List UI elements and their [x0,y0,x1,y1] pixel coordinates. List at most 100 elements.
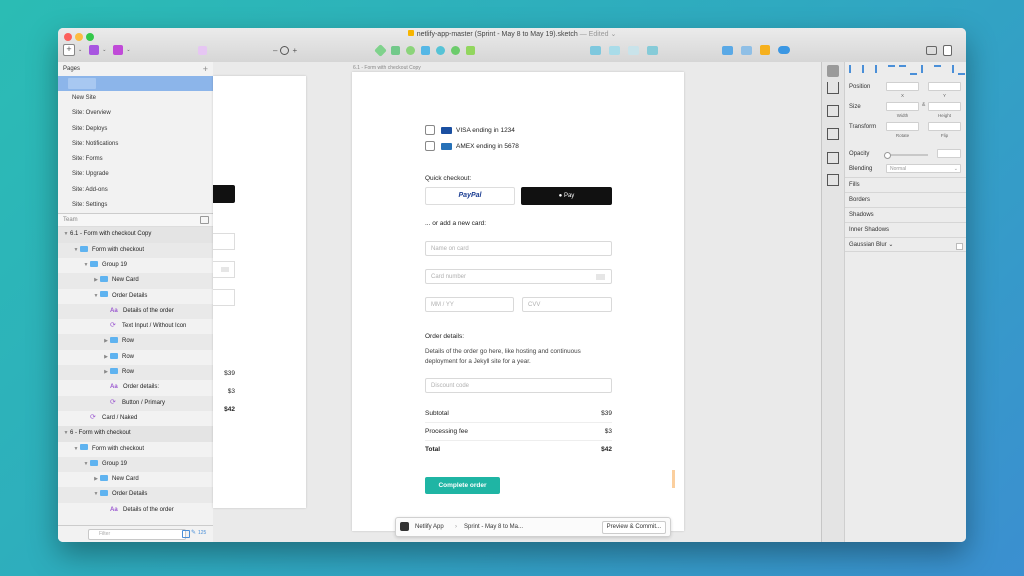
disclosure-open-icon[interactable]: ▼ [72,442,80,457]
style-icon[interactable] [827,65,839,77]
page-item[interactable]: New Site [58,91,213,106]
layer-row[interactable]: ▶ New Card [58,273,213,289]
layer-row[interactable]: Aa Order details: [58,380,213,395]
share-icon[interactable] [827,82,839,94]
forward-icon[interactable] [590,45,601,55]
layer-row[interactable]: ▶ New Card [58,472,213,487]
filter-input[interactable]: Filter [88,529,186,540]
edit-layers-icon[interactable]: ✎ [191,529,196,536]
inner-shadows-section[interactable]: Inner Shadows [845,222,966,237]
layer-row[interactable]: ▼ Form with checkout [58,242,213,258]
canvas[interactable]: $39 $3 $42 6.1 - Form with checkout Copy… [213,62,821,542]
disclosure-open-icon[interactable]: ▼ [72,243,80,258]
lock-icon[interactable]: & [922,102,925,108]
transform-icon[interactable] [391,45,400,55]
layer-row[interactable]: ▼ Group 19 [58,456,213,473]
shadows-section[interactable]: Shadows [845,207,966,222]
edit-icon[interactable] [374,43,387,57]
align-left-icon[interactable] [849,65,858,73]
page-item[interactable]: Site: Upgrade [58,167,213,182]
disclosure-open-icon[interactable]: ▼ [62,227,70,242]
gaussian-blur-section[interactable]: Gaussian Blur ⌄ [845,237,966,252]
printer-icon[interactable] [827,105,839,117]
sketch-cloud-icon[interactable] [760,45,770,55]
add-page-button[interactable]: + [203,62,208,76]
resize-icon[interactable] [958,65,965,75]
borders-section[interactable]: Borders [845,192,966,207]
discount-code-field[interactable]: Discount code [425,378,612,393]
complete-order-button[interactable]: Complete order [425,477,500,494]
artboard-layer[interactable]: ▼ 6.1 - Form with checkout Copy [58,227,213,243]
page-item[interactable]: Site: Add-ons [58,183,213,198]
disclosure-open-icon[interactable]: ▼ [92,289,100,304]
align-middle-icon[interactable] [899,65,906,75]
rotate-input[interactable] [886,122,919,131]
paypal-button[interactable]: PayPal [425,187,515,205]
upload-cloud-icon[interactable] [778,46,790,54]
disclosure-closed-icon[interactable]: ▶ [102,350,110,365]
opacity-input[interactable] [937,149,961,158]
mask-icon[interactable] [451,45,460,55]
page-item[interactable]: Site: Forms [58,152,213,167]
layer-row[interactable]: ▶ Row [58,350,213,365]
preview-commit-button[interactable]: Preview & Commit... [601,521,666,534]
page-item[interactable]: Site: Notifications [58,137,213,152]
insert-icon[interactable]: + [63,44,75,56]
disclosure-open-icon[interactable]: ▼ [82,258,90,273]
page-item-selected[interactable] [58,76,213,91]
amex-checkbox[interactable] [425,141,435,151]
layer-row[interactable]: ▶ Row [58,365,213,381]
disclosure-closed-icon[interactable]: ▶ [102,365,110,380]
scale-icon[interactable] [466,45,475,55]
align-center-icon[interactable] [862,65,871,73]
zoom-in-button[interactable]: + [292,46,297,55]
view-icon[interactable] [741,45,752,55]
distribute-h-icon[interactable] [921,65,930,73]
layer-row[interactable]: Aa Details of the order [58,503,213,518]
layer-row[interactable]: ⟳ Button / Primary [58,395,213,411]
blur-toggle[interactable] [956,243,963,250]
artboard-layer[interactable]: ▼ 6 - Form with checkout [58,426,213,442]
opacity-slider[interactable] [884,152,928,159]
app-name[interactable]: Netlify App [415,518,444,536]
document-icon[interactable] [827,128,839,140]
artboard-form-with-checkout[interactable]: VISA ending in 1234 AMEX ending in 5678 … [352,72,684,531]
apple-pay-button[interactable]: ● Pay [521,187,612,205]
blending-select[interactable]: Normal ⌄ [886,164,961,173]
disclosure-closed-icon[interactable]: ▶ [102,334,110,349]
fills-section[interactable]: Fills [845,177,966,192]
zoom-icon[interactable] [280,45,290,55]
y-input[interactable] [928,82,961,91]
layer-row[interactable]: ▼ Form with checkout [58,442,213,457]
page-name[interactable]: Sprint - May 8 to Ma... [464,518,523,536]
card-number-field[interactable]: Card number [425,269,612,284]
mirror-icon[interactable] [722,45,733,55]
create-symbol-icon[interactable] [89,45,100,55]
union-icon[interactable] [436,45,445,55]
page-item[interactable]: Site: Deploys [58,122,213,137]
width-input[interactable] [886,102,919,111]
text-styles-icon[interactable] [113,45,124,55]
distribute-v-icon[interactable] [934,65,941,75]
visa-checkbox[interactable] [425,125,435,135]
rotate-icon[interactable] [406,45,415,55]
align-right-icon[interactable] [875,65,884,73]
disclosure-open-icon[interactable]: ▼ [62,426,70,441]
crop-icon[interactable] [827,174,839,186]
align-bottom-icon[interactable] [910,65,917,75]
x-input[interactable] [886,82,919,91]
disclosure-open-icon[interactable]: ▼ [92,487,100,502]
group-icon[interactable] [628,45,639,55]
page-item[interactable]: Site: Overview [58,106,213,121]
cvv-field[interactable]: CVV [522,297,612,312]
swatch-icon[interactable] [827,152,839,164]
ungroup-icon[interactable] [647,45,658,55]
layer-row[interactable]: ▼ Order Details [58,289,213,304]
zoom-out-button[interactable]: – [273,46,277,55]
layer-row[interactable]: ▶ Row [58,334,213,350]
artboard-partial[interactable]: $39 $3 $42 [213,76,306,508]
layer-row[interactable]: Aa Details of the order [58,303,213,320]
layer-row[interactable]: ⟳ Text Input / Without Icon [58,319,213,334]
backward-icon[interactable] [609,45,620,55]
height-input[interactable] [928,102,961,111]
